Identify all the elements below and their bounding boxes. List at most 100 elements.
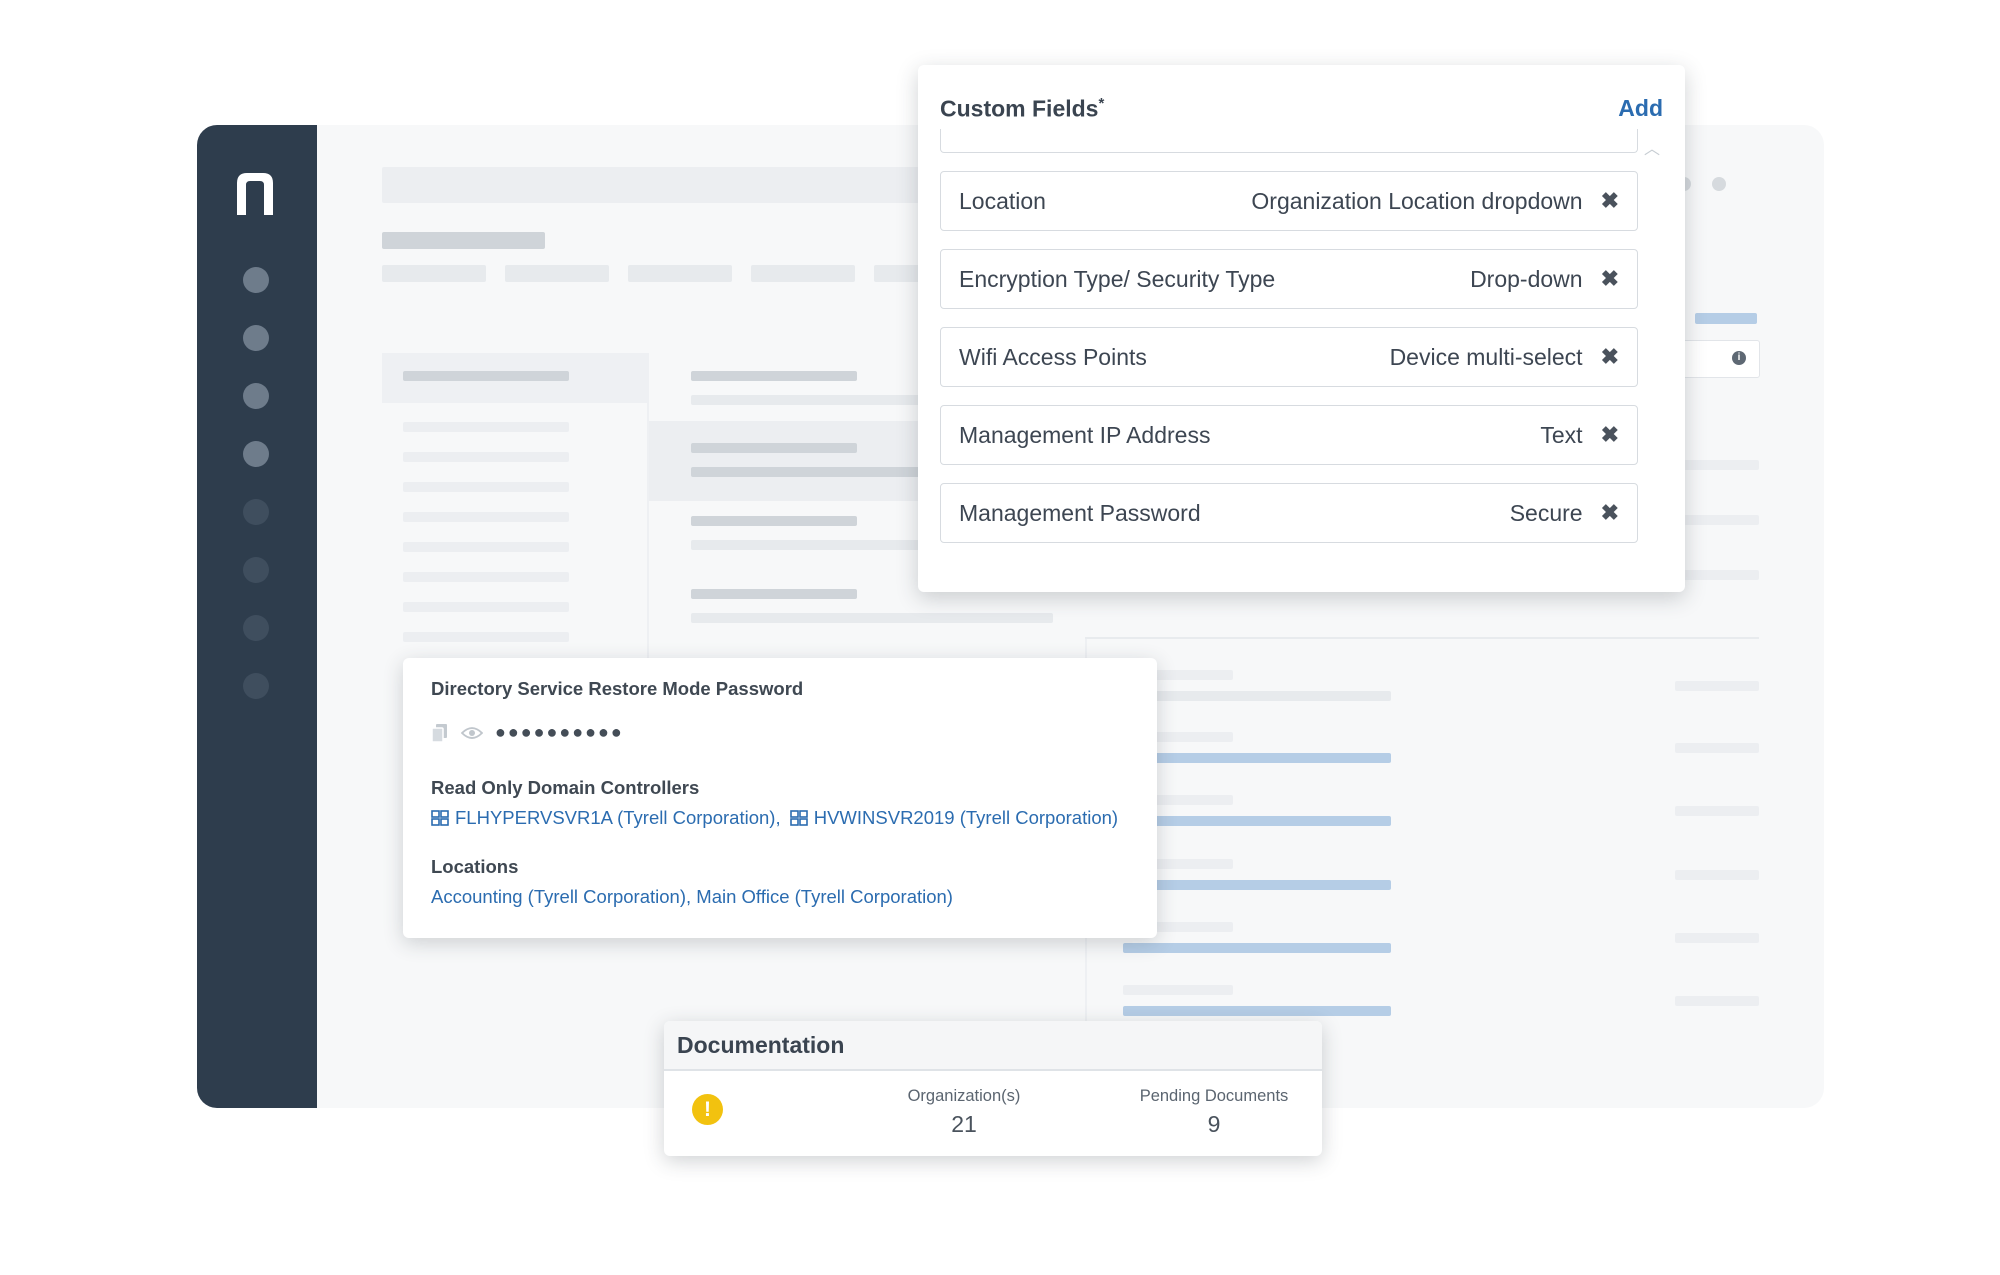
- directory-details-card: Directory Service Restore Mode Password …: [403, 658, 1157, 938]
- sidebar-nav-item[interactable]: [243, 557, 269, 583]
- row-bar-placeholder: [1123, 943, 1391, 953]
- server-icon: [789, 810, 808, 826]
- locations-label: Locations: [431, 856, 519, 877]
- row-bar-placeholder: [1123, 816, 1391, 826]
- rodc-link[interactable]: FLHYPERVSVR1A (Tyrell Corporation),: [455, 807, 781, 828]
- detail-placeholder: [691, 371, 857, 381]
- selected-row-placeholder: [649, 421, 939, 501]
- window-control[interactable]: [1712, 177, 1726, 191]
- close-icon[interactable]: ✖: [1601, 500, 1619, 526]
- rodc-link[interactable]: HVWINSVR2019 (Tyrell Corporation): [814, 807, 1118, 828]
- add-field-button[interactable]: Add: [1618, 95, 1663, 122]
- list-item-placeholder: [403, 482, 569, 492]
- documentation-title: Documentation: [677, 1032, 845, 1058]
- field-type: Text: [1540, 421, 1583, 448]
- list-item-placeholder: [403, 452, 569, 462]
- rodc-links: FLHYPERVSVR1A (Tyrell Corporation), HVWI…: [431, 807, 1118, 829]
- row-bar-placeholder: [1123, 753, 1391, 763]
- field-name: Wifi Access Points: [959, 343, 1147, 370]
- pending-documents-count[interactable]: 9: [1114, 1111, 1314, 1138]
- custom-field-row[interactable]: Wifi Access Points Device multi-select ✖: [940, 327, 1638, 387]
- side-placeholder: [1675, 515, 1759, 525]
- sidebar-nav-item[interactable]: [243, 383, 269, 409]
- list-item-placeholder: [403, 422, 569, 432]
- side-placeholder: [1675, 681, 1759, 691]
- custom-field-row-partial[interactable]: [940, 129, 1638, 153]
- field-type: Device multi-select: [1389, 343, 1583, 370]
- documentation-header: Documentation: [664, 1021, 1322, 1071]
- tab-placeholder: [628, 265, 732, 282]
- detail-placeholder: [691, 467, 931, 477]
- close-icon[interactable]: ✖: [1601, 422, 1619, 448]
- sidebar-nav-item[interactable]: [243, 267, 269, 293]
- rodc-label: Read Only Domain Controllers: [431, 777, 700, 798]
- documentation-card: Documentation ! Organization(s) 21 Pendi…: [664, 1021, 1322, 1156]
- detail-placeholder: [691, 613, 1053, 623]
- list-item-placeholder: [403, 602, 569, 612]
- sidebar-nav-item[interactable]: [243, 615, 269, 641]
- n-logo-icon[interactable]: [233, 169, 277, 217]
- warning-icon: !: [692, 1094, 723, 1125]
- organizations-count[interactable]: 21: [834, 1111, 1094, 1138]
- page-title-placeholder: [382, 232, 545, 249]
- list-item-placeholder: [403, 542, 569, 552]
- custom-field-row[interactable]: Location Organization Location dropdown …: [940, 171, 1638, 231]
- accent-placeholder: [1695, 313, 1757, 324]
- sidebar-nav-item[interactable]: [243, 499, 269, 525]
- divider: [1085, 637, 1759, 639]
- side-placeholder: [1675, 743, 1759, 753]
- row-bar-placeholder: [1123, 880, 1391, 890]
- close-icon[interactable]: ✖: [1601, 344, 1619, 370]
- copy-icon[interactable]: [431, 723, 449, 743]
- list-item-placeholder: [403, 632, 569, 642]
- custom-fields-title: Custom Fields*: [940, 95, 1105, 122]
- sidebar-nav-item[interactable]: [243, 441, 269, 467]
- close-icon[interactable]: ✖: [1601, 188, 1619, 214]
- list-header-text-placeholder: [403, 371, 569, 381]
- detail-placeholder: [691, 395, 931, 405]
- detail-placeholder: [691, 540, 931, 550]
- custom-field-row[interactable]: Management Password Secure ✖: [940, 483, 1638, 543]
- sidebar: [197, 125, 317, 1108]
- password-field: ●●●●●●●●●●: [431, 722, 624, 743]
- side-placeholder: [1675, 870, 1759, 880]
- search-box-placeholder[interactable]: [1682, 340, 1760, 378]
- side-placeholder: [1675, 460, 1759, 470]
- field-name: Encryption Type/ Security Type: [959, 265, 1276, 292]
- info-icon[interactable]: i: [1732, 351, 1746, 365]
- tab-placeholder: [751, 265, 855, 282]
- eye-icon[interactable]: [461, 726, 483, 740]
- side-placeholder: [1675, 570, 1759, 580]
- custom-field-row[interactable]: Management IP Address Text ✖: [940, 405, 1638, 465]
- field-name: Location: [959, 187, 1046, 214]
- row-bar-placeholder: [1123, 1006, 1391, 1016]
- server-icon: [431, 810, 449, 826]
- field-type: Secure: [1509, 499, 1583, 526]
- close-icon[interactable]: ✖: [1601, 266, 1619, 292]
- custom-fields-card: Custom Fields* Add ︿ Location Organizati…: [918, 65, 1685, 592]
- stage: i Custom Fields* Add ︿ Location Organiza…: [0, 0, 2000, 1275]
- pending-documents-label: Pending Documents: [1139, 1087, 1289, 1105]
- side-placeholder: [1675, 806, 1759, 816]
- scroll-up-icon[interactable]: ︿: [1644, 135, 1660, 159]
- list-item-placeholder: [403, 512, 569, 522]
- sidebar-nav-item[interactable]: [243, 673, 269, 699]
- row-placeholder: [1123, 985, 1233, 995]
- locations-link[interactable]: Accounting (Tyrell Corporation), Main Of…: [431, 886, 953, 908]
- password-mask: ●●●●●●●●●●: [495, 722, 624, 742]
- side-placeholder: [1675, 996, 1759, 1006]
- custom-field-row[interactable]: Encryption Type/ Security Type Drop-down…: [940, 249, 1638, 309]
- tab-placeholder: [505, 265, 609, 282]
- side-placeholder: [1675, 933, 1759, 943]
- page-header-placeholder: [382, 167, 942, 203]
- required-mark: *: [1098, 95, 1105, 112]
- field-name: Management IP Address: [959, 421, 1211, 448]
- field-type: Organization Location dropdown: [1251, 187, 1583, 214]
- sidebar-nav-item[interactable]: [243, 325, 269, 351]
- detail-placeholder: [691, 589, 857, 599]
- password-label: Directory Service Restore Mode Password: [431, 678, 804, 699]
- field-name: Management Password: [959, 499, 1201, 526]
- tab-placeholder: [382, 265, 486, 282]
- detail-placeholder: [691, 516, 857, 526]
- row-placeholder: [1123, 691, 1391, 701]
